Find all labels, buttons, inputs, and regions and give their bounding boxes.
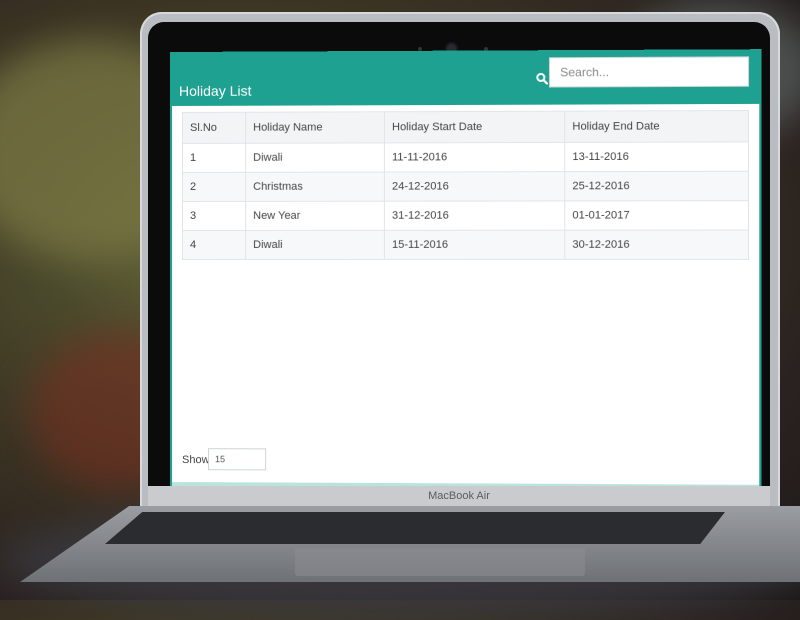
page-title: Holiday List [178,82,252,99]
cell-start-date: 15-11-2016 [384,230,565,260]
cell-holiday-name: Diwali [245,142,385,173]
holiday-table: Sl.No Holiday Name Holiday Start Date Ho… [182,110,749,260]
screen-edge [759,103,762,489]
cell-sl-no: 2 [182,172,246,202]
screen-edge [170,105,172,487]
brand-label: MacBook Air [428,490,490,502]
cell-start-date: 24-12-2016 [384,171,565,202]
table-header-row: Sl.No Holiday Name Holiday Start Date Ho… [182,110,749,144]
cell-sl-no: 4 [182,230,246,260]
column-header-end-date[interactable]: Holiday End Date [564,110,749,143]
laptop-screen: Holiday List Sl.No Holiday Name Holiday … [170,49,762,489]
cell-holiday-name: New Year [245,201,385,231]
table-row[interactable]: 1 Diwali 11-11-2016 13-11-2016 [182,141,749,173]
lower-bezel: MacBook Air [148,486,770,508]
cell-end-date: 13-11-2016 [564,141,749,172]
column-header-sl-no[interactable]: Sl.No [182,112,246,144]
cell-start-date: 31-12-2016 [384,200,565,231]
table-row[interactable]: 2 Christmas 24-12-2016 25-12-2016 [182,171,749,202]
trackpad [295,548,585,576]
show-label: Show [181,454,210,467]
app-header: Holiday List [170,49,762,106]
search-icon[interactable] [536,72,548,84]
cell-end-date: 30-12-2016 [564,230,749,260]
table-row[interactable]: 4 Diwali 15-11-2016 30-12-2016 [182,230,749,260]
cell-start-date: 11-11-2016 [384,142,565,173]
cell-end-date: 25-12-2016 [564,171,749,201]
keyboard [105,512,725,544]
column-header-holiday-name[interactable]: Holiday Name [245,111,385,144]
cell-holiday-name: Diwali [245,230,385,260]
cell-end-date: 01-01-2017 [564,200,749,231]
column-header-start-date[interactable]: Holiday Start Date [384,111,565,143]
search-input[interactable] [548,56,750,88]
cell-sl-no: 1 [182,143,246,173]
holiday-table-container: Sl.No Holiday Name Holiday Start Date Ho… [182,110,749,260]
cell-holiday-name: Christmas [245,172,385,202]
table-row[interactable]: 3 New Year 31-12-2016 01-01-2017 [182,200,749,231]
cell-sl-no: 3 [182,201,246,231]
page-size-input[interactable] [208,448,267,471]
